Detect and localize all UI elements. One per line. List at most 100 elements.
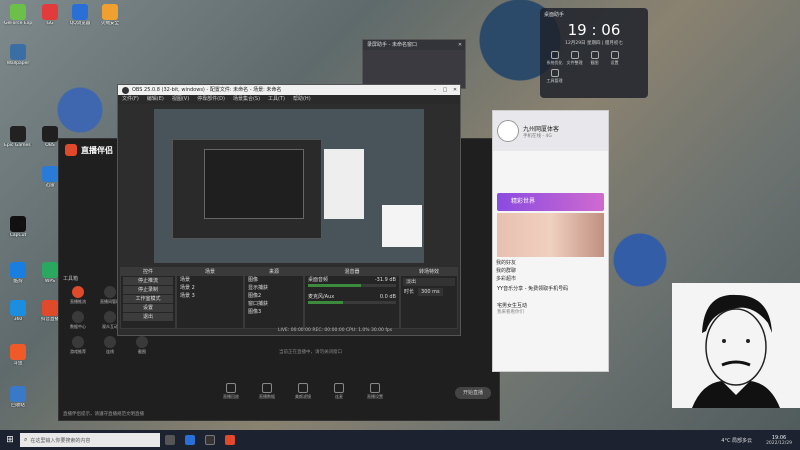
obs-menubar: 文件(F) 编辑(E) 视图(V) 停靠部件(D) 场景集合(S) 工具(T) 帮助(H)	[118, 95, 460, 104]
source-item[interactable]: 显示捕获	[245, 284, 303, 292]
control-button[interactable]: 设置	[123, 304, 173, 312]
tool-label: 直播设置	[367, 394, 383, 399]
start-button[interactable]: ⊞	[0, 435, 20, 445]
qq-banner[interactable]: 精彩世界	[497, 193, 604, 211]
obs-window[interactable]: OBS 25.0.8 (32-bit, windows) - 配置文件: 未命名…	[117, 84, 461, 336]
tool-label: 连麦	[335, 394, 343, 399]
obs-menu-item[interactable]: 工具(T)	[268, 95, 285, 104]
obs-taskbar-icon[interactable]	[205, 435, 215, 445]
scene-item[interactable]: 场景	[177, 276, 243, 284]
source-item[interactable]: 图像	[245, 276, 303, 284]
obs-menu-item[interactable]: 视图(V)	[172, 95, 189, 104]
obs-menu-item[interactable]: 帮助(H)	[293, 95, 311, 104]
desktop-icon[interactable]: 斗鱼	[4, 344, 32, 366]
qq-name: 九州网厦体客	[523, 125, 560, 133]
obs-preview[interactable]	[154, 109, 424, 263]
desktop-icon[interactable]: GeForce Experience	[4, 4, 32, 26]
clock-widget[interactable]: 桌面助手 19 : 06 12月29日 星期四 | 腊月初七 系统优化 文件整理截…	[540, 8, 648, 98]
desktop-icon[interactable]: 酷狗	[4, 262, 32, 284]
preview-face	[382, 205, 422, 247]
small-window-title: 录屏助手 - 未命名窗口	[367, 42, 417, 48]
clock-widget-tool[interactable]: 截图	[586, 51, 603, 66]
scene-item[interactable]: 场景 2	[177, 284, 243, 292]
scene-item[interactable]: 场景 3	[177, 292, 243, 300]
tool-icon	[104, 286, 116, 298]
desktop-icon[interactable]: 回收站	[4, 386, 32, 408]
source-item[interactable]: 图像3	[245, 308, 303, 316]
tool-label: 系统优化	[546, 60, 563, 65]
qq-chat-2[interactable]: 宅男女生互动	[497, 302, 604, 309]
source-item[interactable]: 窗口捕获	[245, 300, 303, 308]
stream-tool[interactable]: 连线	[95, 336, 125, 355]
desktop-icon[interactable]: GG	[36, 4, 64, 26]
desktop-icon[interactable]: Epic Games Launcher	[4, 126, 32, 148]
obs-maximize-button[interactable]: □	[440, 85, 450, 95]
transitions-dock-header: 转场特效	[401, 268, 457, 276]
small-window[interactable]: 录屏助手 - 未命名窗口 ✕	[362, 39, 466, 89]
control-button[interactable]: 停止录制	[123, 286, 173, 294]
stream-tool[interactable]: 直播推流	[63, 286, 93, 305]
app-icon	[72, 4, 88, 20]
mixer-meter-1[interactable]	[308, 284, 396, 287]
qq-list-item[interactable]: 我的群聊	[493, 267, 608, 275]
control-button[interactable]: 停止推流	[123, 277, 173, 285]
obs-menu-item[interactable]: 停靠部件(D)	[197, 95, 225, 104]
stream-app-taskbar-icon[interactable]	[225, 435, 235, 445]
weather-text[interactable]: 4°C 局部多云	[721, 437, 752, 444]
task-view-icon[interactable]	[165, 435, 175, 445]
desktop-icon[interactable]: QQ浏览器	[66, 4, 94, 26]
obs-close-button[interactable]: ✕	[450, 85, 460, 95]
app-icon	[102, 4, 118, 20]
obs-mixer-dock: 混音器 桌面音频 -31.9 dB 麦克风/Aux 0.0 dB	[304, 267, 400, 329]
qq-chat-1[interactable]: YY音乐分享 - 免费领取手机号码	[497, 285, 604, 292]
taskbar: ⊞ ⌕ 在这里输入你要搜索的内容 4°C 局部多云 19:06 2022/12/…	[0, 430, 800, 450]
tool-icon	[72, 336, 84, 348]
control-button[interactable]: 退出	[123, 313, 173, 321]
taskbar-search[interactable]: ⌕ 在这里输入你要搜索的内容	[20, 433, 160, 447]
transition-duration-input[interactable]: 300 ms	[418, 288, 443, 296]
edge-icon[interactable]	[185, 435, 195, 445]
stream-bottom-tool[interactable]: 直播回放	[219, 383, 243, 400]
obs-menu-item[interactable]: 文件(F)	[122, 95, 139, 104]
qq-panel[interactable]: 九州网厦体客 手机在线 - 4G 精彩世界 我的好友 我的群聊 多彩超市 YY音乐分…	[492, 110, 609, 372]
preview-qq-panel	[324, 149, 364, 219]
tool-label: 工具管理	[546, 78, 563, 83]
tool-label: 直播数据	[259, 394, 275, 399]
taskbar-date[interactable]: 2022/12/29	[766, 441, 792, 446]
stream-tool[interactable]: 截图	[127, 336, 157, 355]
stream-bottom-tool[interactable]: 连麦	[327, 383, 351, 400]
tool-icon	[104, 311, 116, 323]
stream-bottom-tool[interactable]: 直播设置	[363, 383, 387, 400]
qq-avatar[interactable]	[497, 120, 519, 142]
desktop-icon-label: CapCut	[9, 233, 27, 238]
tool-icon	[334, 383, 344, 393]
clock-widget-tool[interactable]: 设置	[606, 51, 623, 66]
obs-menu-item[interactable]: 场景集合(S)	[233, 95, 260, 104]
app-icon	[10, 4, 26, 20]
tool-label: 连线	[106, 349, 114, 354]
source-item[interactable]: 图像2	[245, 292, 303, 300]
stream-tool[interactable]: 游戏推荐	[63, 336, 93, 355]
clock-widget-tool[interactable]: 文件整理	[566, 51, 583, 66]
clock-widget-tool[interactable]: 工具管理	[546, 69, 563, 84]
qq-list-item[interactable]: 我的好友	[493, 259, 608, 267]
obs-menu-item[interactable]: 编辑(E)	[147, 95, 164, 104]
obs-minimize-button[interactable]: –	[430, 85, 440, 95]
stream-bottom-tool[interactable]: 直播数据	[255, 383, 279, 400]
stream-tool[interactable]: 数据中心	[63, 311, 93, 330]
mixer-meter-2[interactable]	[308, 301, 396, 304]
desktop-icon[interactable]: 360	[4, 300, 32, 322]
tool-label: 文件整理	[566, 60, 583, 65]
clock-widget-tool[interactable]: 系统优化	[546, 51, 563, 66]
tool-icon	[550, 69, 559, 77]
stream-bottom-tool[interactable]: 美颜滤镜	[291, 383, 315, 400]
desktop-icon[interactable]: CapCut	[4, 216, 32, 238]
desktop-icon[interactable]: 火绒安全	[96, 4, 124, 26]
transition-select[interactable]: 淡出	[403, 278, 455, 286]
control-button[interactable]: 工作室模式	[123, 295, 173, 303]
desktop-icon[interactable]: Wallpaper	[4, 44, 32, 66]
tool-icon	[72, 311, 84, 323]
start-live-button[interactable]: 开始直播	[455, 387, 491, 399]
qq-list-item[interactable]: 多彩超市	[493, 275, 608, 283]
small-window-close[interactable]: ✕	[455, 40, 465, 50]
